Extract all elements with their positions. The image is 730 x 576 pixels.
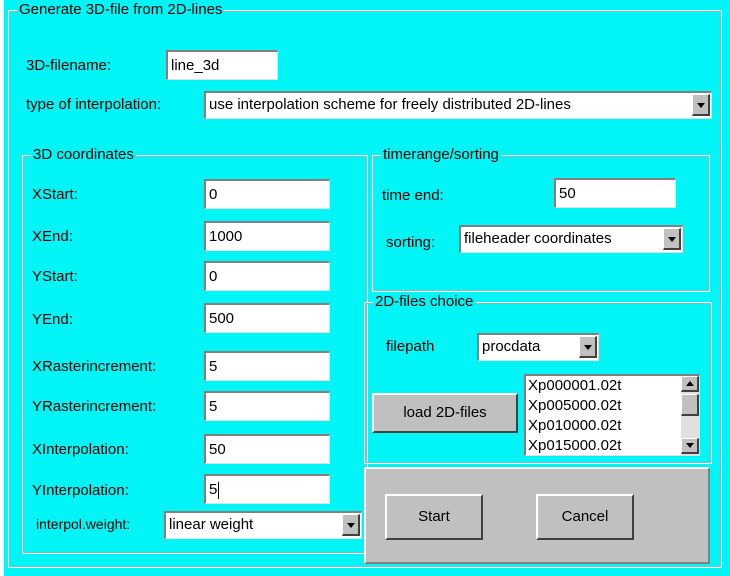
text-caret xyxy=(218,481,220,499)
ystart-label: YStart: xyxy=(32,268,78,285)
list-item[interactable]: Xp010000.02t xyxy=(526,416,699,436)
scrollbar-thumb[interactable] xyxy=(681,394,699,416)
time-end-input[interactable]: 50 xyxy=(554,178,676,208)
load-2d-files-button[interactable]: load 2D-files xyxy=(372,393,518,433)
sorting-label: sorting: xyxy=(386,234,436,251)
time-end-label: time end: xyxy=(382,187,444,204)
coords-group-title: 3D coordinates xyxy=(31,146,136,164)
filepath-select[interactable]: procdata xyxy=(477,333,599,361)
files-listbox[interactable]: Xp000001.02t Xp005000.02t Xp010000.02t X… xyxy=(524,374,700,456)
arrow-down-icon[interactable] xyxy=(681,438,699,454)
xraster-label: XRasterincrement: xyxy=(32,358,157,375)
xinterp-input[interactable]: 50 xyxy=(204,434,330,464)
list-item[interactable]: Xp000001.02t xyxy=(526,376,699,396)
yraster-input[interactable]: 5 xyxy=(204,391,330,421)
filename-label: 3D-filename: xyxy=(26,57,112,74)
ystart-input[interactable]: 0 xyxy=(204,261,330,291)
yraster-label: YRasterincrement: xyxy=(32,398,157,415)
sorting-select[interactable]: fileheader coordinates xyxy=(459,225,683,253)
xstart-input[interactable]: 0 xyxy=(204,179,330,209)
weight-label: interpol.weight: xyxy=(36,516,131,532)
chevron-down-icon[interactable] xyxy=(692,94,710,116)
files-scrollbar[interactable] xyxy=(681,376,699,455)
arrow-up-icon[interactable] xyxy=(681,376,699,392)
yinterp-input[interactable]: 5 xyxy=(204,474,330,504)
timerange-group-title: timerange/sorting xyxy=(381,146,501,164)
interpolation-value: use interpolation scheme for freely dist… xyxy=(209,96,571,113)
xstart-label: XStart: xyxy=(32,186,78,203)
timerange-group: timerange/sorting xyxy=(372,146,710,292)
chevron-down-icon[interactable] xyxy=(342,514,360,536)
chevron-down-icon[interactable] xyxy=(663,228,681,250)
interpolation-select[interactable]: use interpolation scheme for freely dist… xyxy=(204,91,712,119)
filepath-label: filepath xyxy=(386,338,435,355)
cancel-button[interactable]: Cancel xyxy=(536,494,634,540)
yend-input[interactable]: 500 xyxy=(204,303,330,333)
xend-input[interactable]: 1000 xyxy=(204,221,330,251)
weight-value: linear weight xyxy=(169,516,254,533)
weight-select[interactable]: linear weight xyxy=(164,511,362,539)
list-item[interactable]: Xp015000.02t xyxy=(526,436,699,455)
sorting-value: fileheader coordinates xyxy=(464,230,612,247)
main-group-title: Generate 3D-file from 2D-lines xyxy=(17,1,225,19)
list-item[interactable]: Xp005000.02t xyxy=(526,396,699,416)
start-button[interactable]: Start xyxy=(385,494,483,540)
files-group-title: 2D-files choice xyxy=(373,293,476,311)
interpolation-label: type of interpolation: xyxy=(26,96,162,113)
dialog-panel: Generate 3D-file from 2D-lines 3D-filena… xyxy=(4,0,730,576)
yinterp-label: YInterpolation: xyxy=(32,482,129,499)
yend-label: YEnd: xyxy=(32,311,73,328)
xend-label: XEnd: xyxy=(32,228,73,245)
filepath-value: procdata xyxy=(482,338,541,355)
filename-input[interactable]: line_3d xyxy=(166,50,278,80)
chevron-down-icon[interactable] xyxy=(579,336,597,358)
xinterp-label: XInterpolation: xyxy=(32,441,129,458)
xraster-input[interactable]: 5 xyxy=(204,351,330,381)
